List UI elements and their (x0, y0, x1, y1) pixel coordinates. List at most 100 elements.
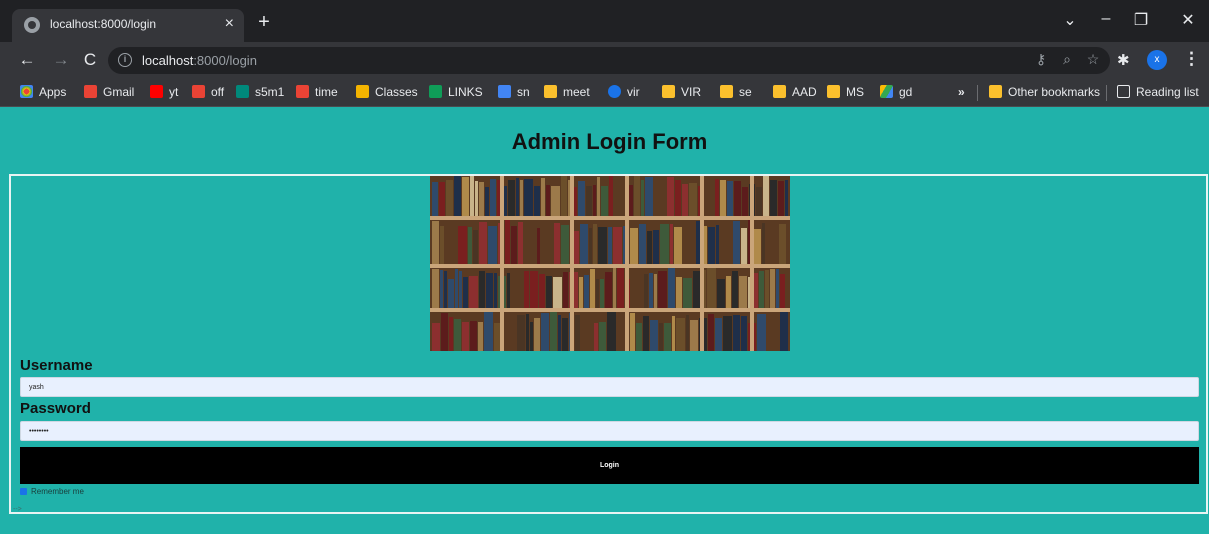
book-spine (639, 224, 646, 264)
globe-icon (24, 17, 40, 33)
bookmark-other[interactable]: Other bookmarks (989, 85, 1100, 99)
bookmark-yt[interactable]: yt (150, 85, 178, 99)
login-button[interactable]: Login (20, 447, 1199, 484)
book-spine (546, 276, 552, 308)
book-spine (593, 185, 596, 216)
bookmarks-overflow-icon[interactable]: » (958, 85, 965, 99)
book-spine (589, 228, 592, 264)
bookmark-label: gd (899, 85, 913, 99)
book-spine (668, 268, 675, 308)
book-spine (708, 227, 715, 264)
shelf-divider (700, 176, 704, 351)
close-tab-icon[interactable]: × (225, 14, 234, 34)
bookmark-aad[interactable]: AAD (773, 85, 817, 99)
book-spine (607, 312, 616, 351)
reload-icon[interactable]: C (80, 50, 100, 70)
book-spine (479, 222, 487, 264)
book-spine (776, 269, 779, 308)
book-spine (693, 271, 700, 308)
book-spine (539, 274, 545, 308)
book-spine (530, 322, 533, 351)
book-spine (599, 322, 606, 351)
tab-search-icon[interactable]: ⌄ (1058, 10, 1082, 30)
book-spine (785, 180, 788, 216)
book-spine (765, 270, 769, 308)
bookmark-s5m1[interactable]: s5m1 (236, 85, 284, 99)
book-spine (511, 226, 517, 264)
extensions-icon[interactable]: ✱ (1117, 51, 1130, 69)
gmail-icon (84, 85, 97, 98)
profile-avatar[interactable]: x (1147, 50, 1167, 70)
book-spine (575, 315, 580, 351)
book-spine (644, 274, 648, 308)
book-spine (470, 321, 477, 351)
key-icon[interactable]: ⚷ (1032, 51, 1050, 68)
bookmark-off[interactable]: off (192, 85, 224, 99)
bookmark-ms[interactable]: MS (827, 85, 864, 99)
bookmark-meet[interactable]: meet (544, 85, 590, 99)
bookmark-gd[interactable]: gd (880, 85, 912, 99)
classroom-icon (356, 85, 369, 98)
bookmark-VIR[interactable]: VIR (662, 85, 701, 99)
info-icon[interactable]: i (118, 53, 132, 67)
browser-tab[interactable]: localhost:8000/login × (12, 9, 244, 42)
bookmark-label: off (211, 85, 225, 99)
shelf-divider (625, 176, 629, 351)
book-spine (608, 227, 612, 264)
book-spine (770, 269, 775, 308)
bookmark-time[interactable]: time (296, 85, 338, 99)
address-bar[interactable]: i localhost:8000/login ⚷ ⌕ ☆ (108, 47, 1110, 74)
book-spine (507, 273, 510, 308)
close-window-icon[interactable]: ✕ (1176, 10, 1200, 30)
book-spine (459, 271, 462, 308)
book-spine (670, 224, 673, 264)
star-icon[interactable]: ☆ (1084, 51, 1102, 68)
shelf-divider (570, 176, 574, 351)
restore-icon[interactable]: ❐ (1129, 10, 1153, 30)
book-spine (516, 178, 519, 216)
book-spine (676, 277, 682, 308)
zoom-icon[interactable]: ⌕ (1058, 51, 1076, 68)
remember-checkbox[interactable] (20, 488, 27, 495)
bookmark-links[interactable]: LINKS (429, 85, 483, 99)
bookmark-vir[interactable]: vir (608, 85, 640, 99)
shelf-plank (430, 216, 790, 220)
book-spine (446, 180, 453, 216)
book-spine (579, 277, 583, 308)
shelf-divider (500, 176, 504, 351)
minimize-icon[interactable]: – (1094, 10, 1118, 28)
remember-me[interactable]: Remember me (20, 487, 84, 496)
book-spine (563, 272, 568, 308)
menu-icon[interactable]: ⋮ (1183, 49, 1200, 69)
url-text[interactable]: localhost:8000/login (142, 53, 257, 68)
docs-icon (498, 85, 511, 98)
book-spine (742, 187, 748, 216)
new-tab-button[interactable]: + (252, 11, 276, 35)
book-spine (726, 276, 731, 308)
book-spine (756, 187, 762, 216)
bookmark-classes[interactable]: Classes (356, 85, 418, 99)
reading-list-button[interactable]: Reading list (1117, 85, 1199, 99)
book-spine (763, 176, 769, 216)
book-spine (517, 315, 525, 351)
shelf-divider (750, 176, 754, 351)
password-input[interactable]: •••••••• (20, 421, 1199, 441)
bookmark-sn[interactable]: sn (498, 85, 530, 99)
bookmark-label: time (315, 85, 338, 99)
book-spine (650, 320, 658, 351)
folder-icon (662, 85, 675, 98)
book-spine (605, 272, 612, 308)
book-spine (715, 179, 719, 216)
book-spine (630, 228, 638, 264)
book-spine (716, 225, 719, 264)
book-spine (520, 180, 523, 216)
book-spine (479, 182, 484, 216)
bookmark-apps[interactable]: Apps (20, 85, 66, 99)
username-input[interactable]: yash (20, 377, 1199, 397)
book-spine (494, 273, 497, 308)
forward-icon[interactable]: → (51, 50, 71, 70)
bookmark-se[interactable]: se (720, 85, 752, 99)
bookmark-gmail[interactable]: Gmail (84, 85, 134, 99)
book-spine (463, 277, 468, 308)
back-icon[interactable]: ← (17, 50, 37, 70)
